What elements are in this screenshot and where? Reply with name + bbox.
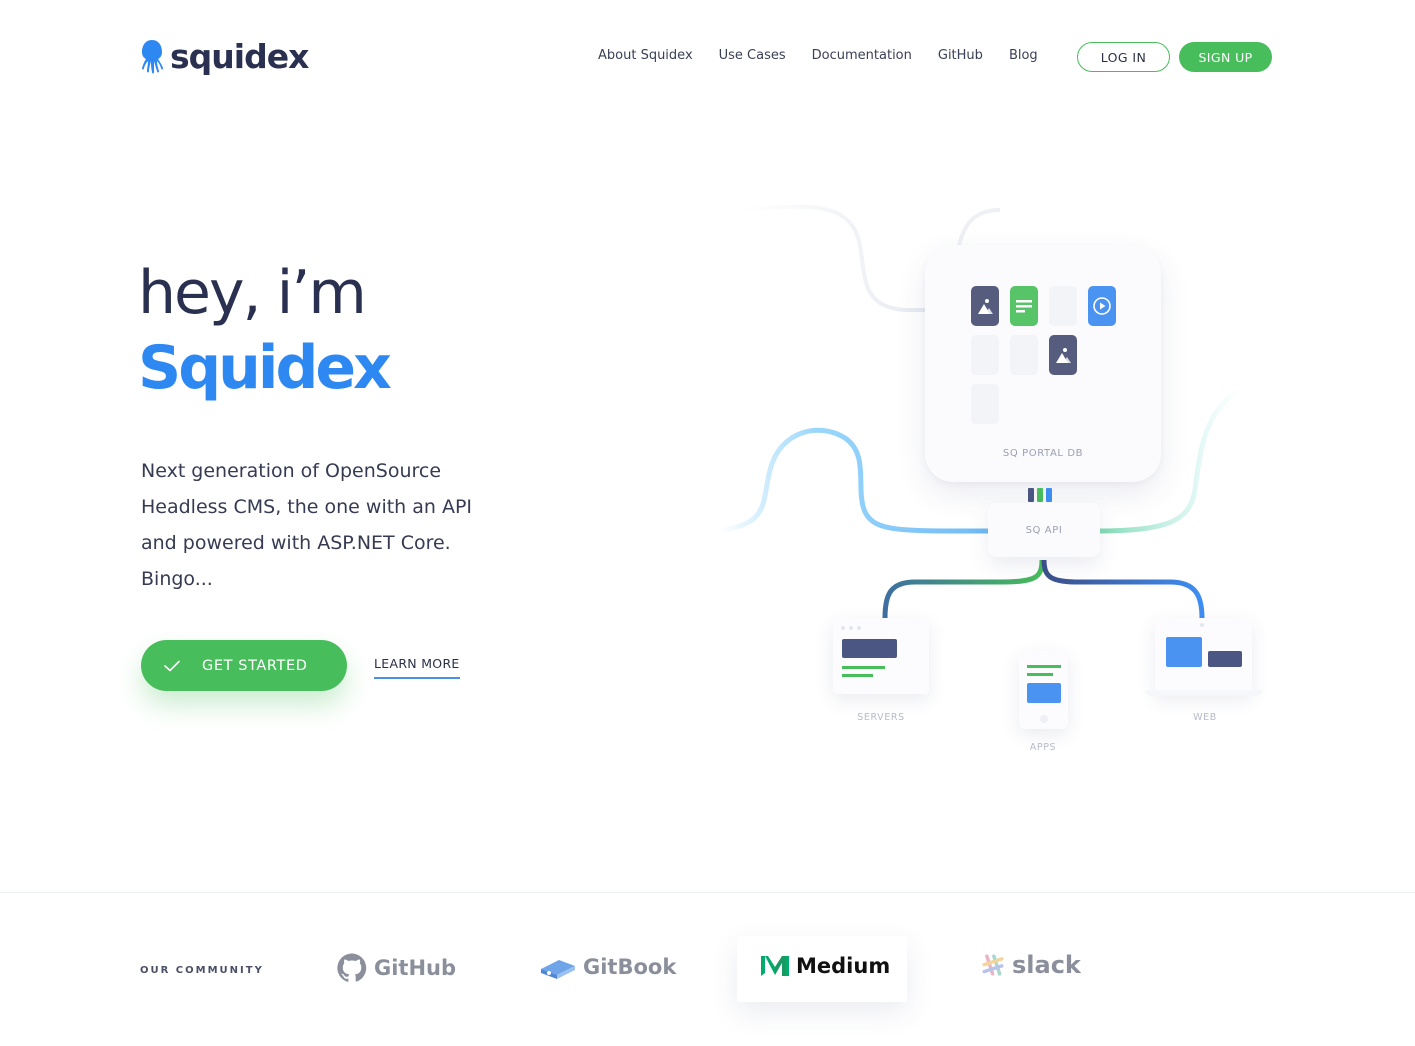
- logo-text: squidex: [170, 36, 309, 76]
- hero-greeting: hey, i’m: [138, 258, 367, 328]
- web-card: [1155, 618, 1252, 694]
- empty-tile: [1049, 286, 1077, 326]
- squidex-logo[interactable]: squidex: [139, 36, 309, 76]
- github-brand-link[interactable]: GitHub: [336, 952, 456, 984]
- architecture-illustration: SQ PORTAL DB SQ API SERVERS APPS WEB: [700, 190, 1300, 780]
- video-tile: [1088, 286, 1116, 326]
- empty-tile: [1010, 335, 1038, 375]
- github-icon: [337, 953, 367, 982]
- phone-icon: [1027, 665, 1061, 723]
- servers-label: SERVERS: [857, 712, 905, 723]
- image-icon: [1056, 348, 1071, 363]
- image-tile: [971, 286, 999, 326]
- nav-about[interactable]: About Squidex: [598, 44, 693, 68]
- empty-tile: [971, 384, 999, 424]
- slack-brand-text: slack: [1012, 951, 1081, 979]
- medium-brand-link[interactable]: Medium: [760, 953, 890, 979]
- login-button[interactable]: LOG IN: [1077, 42, 1170, 72]
- nav-documentation[interactable]: Documentation: [812, 44, 912, 68]
- portal-db-card: SQ PORTAL DB: [925, 245, 1161, 482]
- laptop-icon: [1166, 623, 1242, 667]
- image-tile: [1049, 335, 1077, 375]
- medium-brand-text: Medium: [796, 954, 891, 978]
- hero-description: Next generation of OpenSource Headless C…: [141, 460, 473, 590]
- slack-icon: [982, 954, 1004, 976]
- nav-github[interactable]: GitHub: [938, 44, 983, 68]
- server-window-icon: [841, 626, 897, 677]
- site-header: squidex About Squidex Use Cases Document…: [0, 0, 1415, 115]
- image-icon: [978, 299, 993, 314]
- nav-blog[interactable]: Blog: [1009, 44, 1038, 68]
- laptop-base: [1145, 690, 1262, 696]
- squid-icon: [142, 40, 163, 74]
- play-icon: [1093, 297, 1111, 315]
- web-label: WEB: [1193, 712, 1217, 723]
- get-started-button[interactable]: GET STARTED: [141, 640, 347, 691]
- api-connector: [1028, 488, 1055, 502]
- signup-button[interactable]: SIGN UP: [1179, 42, 1272, 72]
- servers-card: [833, 618, 929, 694]
- api-card: SQ API: [988, 503, 1100, 557]
- document-tile: [1010, 286, 1038, 326]
- apps-card: [1019, 651, 1068, 729]
- main-nav: About Squidex Use Cases Documentation Gi…: [598, 44, 1064, 68]
- learn-more-link[interactable]: LEARN MORE: [374, 656, 460, 679]
- get-started-label: GET STARTED: [202, 657, 308, 674]
- nav-use-cases[interactable]: Use Cases: [719, 44, 786, 68]
- community-label: OUR COMMUNITY: [140, 965, 264, 976]
- gitbook-icon: [541, 960, 575, 979]
- medium-icon: [761, 956, 789, 976]
- apps-label: APPS: [1029, 742, 1057, 753]
- empty-tile: [971, 335, 999, 375]
- document-icon: [1016, 300, 1032, 313]
- hero-title: Squidex: [138, 333, 392, 403]
- slack-brand-link[interactable]: slack: [980, 951, 1081, 979]
- section-divider: [0, 892, 1415, 893]
- github-brand-text: GitHub: [374, 956, 457, 980]
- checkmark-icon: [164, 660, 180, 671]
- portal-db-label: SQ PORTAL DB: [1002, 448, 1084, 459]
- gitbook-brand-link[interactable]: GitBook: [539, 952, 676, 982]
- gitbook-brand-text: GitBook: [583, 955, 677, 979]
